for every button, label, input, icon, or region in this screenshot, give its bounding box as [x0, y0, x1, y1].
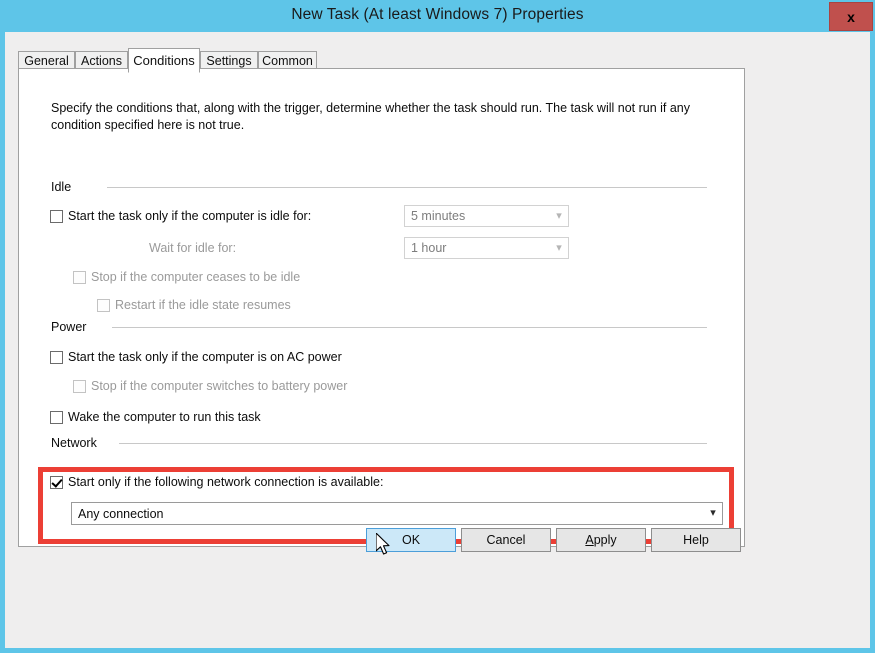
network-group-label: Network [51, 436, 97, 450]
idle-group-label: Idle [51, 180, 72, 194]
checkbox-stop-if-battery[interactable]: Stop if the computer switches to battery… [73, 379, 347, 393]
chevron-down-icon: ▾ [556, 241, 562, 254]
cancel-button[interactable]: Cancel [461, 528, 551, 552]
dropdown-network-connection[interactable]: Any connection ▾ [71, 502, 723, 525]
checkbox-box [50, 475, 63, 489]
checkbox-label: Start the task only if the computer is o… [68, 350, 342, 364]
checkbox-label: Stop if the computer switches to battery… [91, 379, 348, 393]
dialog-body: General Actions Conditions Settings Comm… [5, 32, 870, 648]
power-group-label: Power [51, 320, 87, 334]
checkbox-box [97, 298, 110, 312]
dropdown-value: 5 minutes [411, 209, 466, 223]
dropdown-value: Any connection [78, 506, 164, 521]
checkbox-box [50, 350, 63, 364]
checkbox-box [50, 410, 63, 424]
checkbox-restart-if-idle-resumes[interactable]: Restart if the idle state resumes [97, 298, 291, 312]
checkbox-box [73, 379, 86, 393]
tab-conditions[interactable]: Conditions [128, 48, 200, 73]
chevron-down-icon: ▾ [556, 209, 562, 222]
checkbox-start-if-ac-power[interactable]: Start the task only if the computer is o… [50, 350, 342, 364]
checkbox-wake-computer[interactable]: Wake the computer to run this task [50, 410, 261, 424]
title-bar: New Task (At least Windows 7) Properties… [0, 0, 875, 32]
power-group-rule [112, 327, 707, 328]
checkbox-start-if-network[interactable]: Start only if the following network conn… [50, 475, 383, 489]
dropdown-wait-duration[interactable]: 1 hour ▾ [404, 237, 569, 259]
network-group-rule [119, 443, 707, 444]
help-button[interactable]: Help [651, 528, 741, 552]
checkbox-label: Start only if the following network conn… [68, 475, 384, 489]
apply-button[interactable]: Apply [556, 528, 646, 552]
panel-description: Specify the conditions that, along with … [51, 101, 691, 132]
chevron-down-icon: ▾ [710, 507, 716, 519]
checkbox-label: Restart if the idle state resumes [115, 298, 291, 312]
ok-button[interactable]: OK [366, 528, 456, 552]
idle-group-rule [107, 187, 707, 188]
checkbox-box [73, 270, 86, 284]
label-wait-for-idle: Wait for idle for: [149, 241, 236, 255]
checkbox-start-if-idle[interactable]: Start the task only if the computer is i… [50, 209, 311, 223]
checkbox-label: Wake the computer to run this task [68, 410, 261, 424]
checkbox-label: Start the task only if the computer is i… [68, 209, 312, 223]
properties-window: New Task (At least Windows 7) Properties… [0, 0, 875, 653]
close-icon[interactable]: x [829, 2, 873, 31]
apply-label-rest: pply [593, 533, 617, 547]
window-title: New Task (At least Windows 7) Properties [291, 6, 584, 23]
wait-for-idle-label: Wait for idle for: [149, 241, 237, 255]
conditions-tab-panel: Specify the conditions that, along with … [18, 68, 745, 547]
apply-accelerator: A [585, 533, 594, 547]
checkbox-stop-if-ceases-idle[interactable]: Stop if the computer ceases to be idle [73, 270, 300, 284]
dropdown-idle-duration[interactable]: 5 minutes ▾ [404, 205, 569, 227]
checkbox-label: Stop if the computer ceases to be idle [91, 270, 301, 284]
dropdown-value: 1 hour [411, 241, 447, 255]
checkbox-box [50, 209, 63, 223]
